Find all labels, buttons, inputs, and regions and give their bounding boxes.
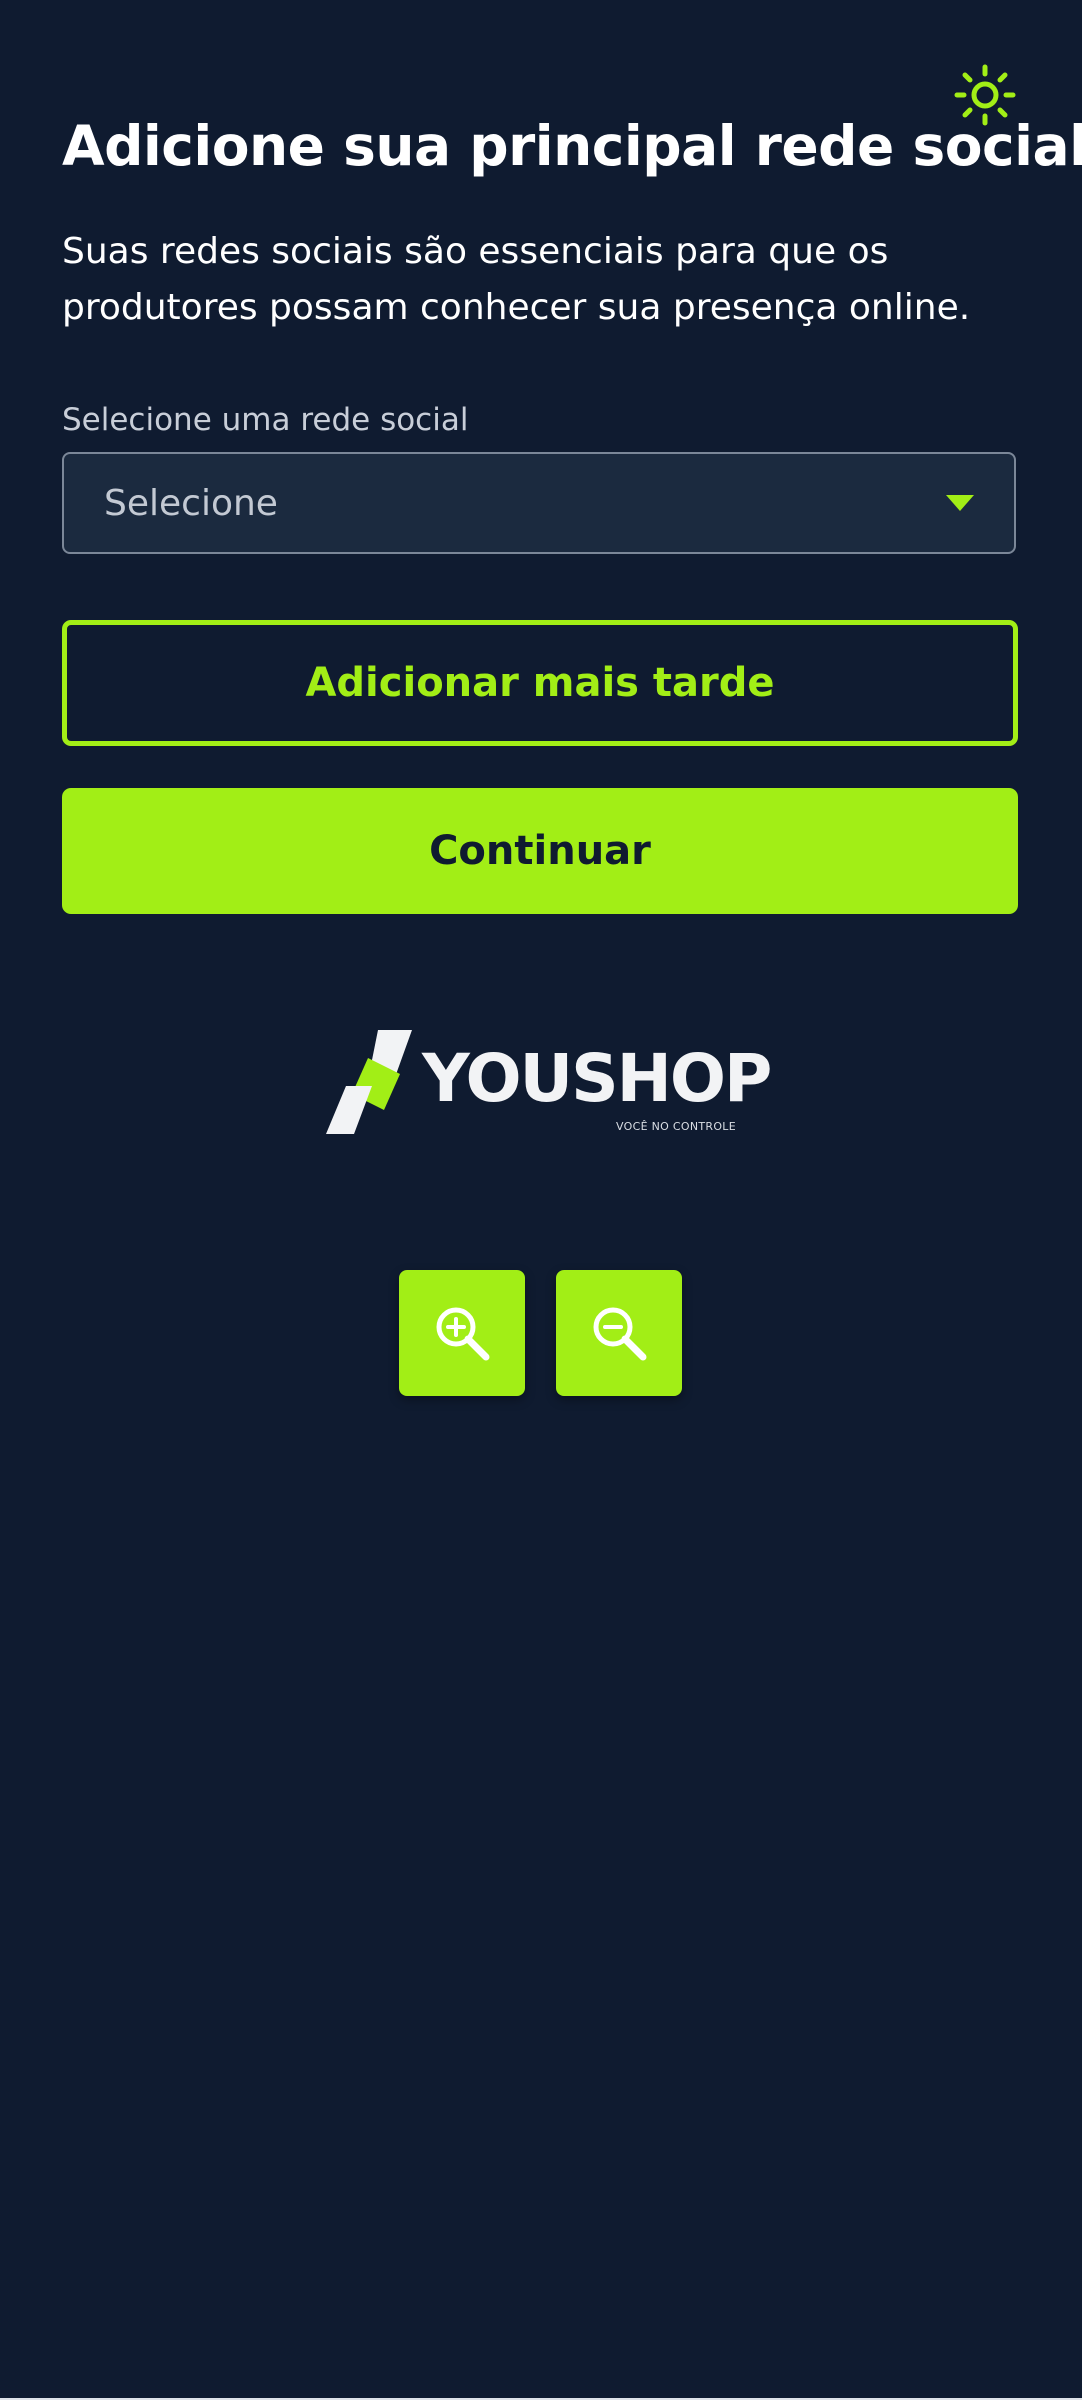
caret-down-icon [946, 495, 974, 511]
continue-button[interactable]: Continuar [62, 788, 1018, 914]
logo-mark-icon [326, 1030, 412, 1134]
page-title: Adicione sua principal rede social [62, 114, 1082, 178]
logo-tagline: VOCÊ NO CONTROLE [616, 1120, 736, 1133]
page-subtitle: Suas redes sociais são essenciais para q… [62, 231, 971, 328]
zoom-out-button[interactable] [556, 1270, 682, 1396]
youshop-logo: YOUSHOP VOCÊ NO CONTROLE [326, 1024, 772, 1142]
add-later-button[interactable]: Adicionar mais tarde [62, 620, 1018, 746]
logo-wordmark: YOUSHOP [422, 1040, 772, 1117]
social-network-select[interactable]: Selecione [62, 452, 1016, 554]
zoom-in-icon [436, 1307, 490, 1361]
social-network-select-value: Selecione [104, 482, 278, 524]
social-network-label: Selecione uma rede social [62, 402, 469, 438]
zoom-out-icon [593, 1307, 647, 1361]
zoom-in-button[interactable] [399, 1270, 525, 1396]
